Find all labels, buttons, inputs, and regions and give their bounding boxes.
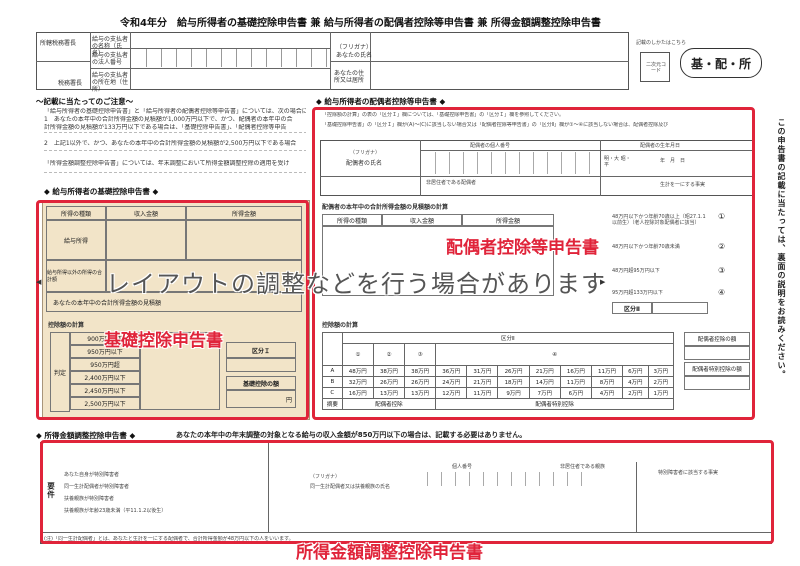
your-address-label: あなたの住所又は居所 [334, 70, 365, 84]
note-line-4: 「所得金額調整控除申告書」については、年末調整において所得金額調整控除の適用を受… [44, 160, 290, 167]
right-arrow-icon: ▶ [600, 278, 606, 286]
layout-watermark: レイアウトの調整などを行う場合があります [106, 270, 606, 298]
payer-address-label: 給与の支払者の所在地（住所） [92, 72, 129, 93]
note-line-2: 計所得金額の見積額が133万円以下である場合は、「基礎控除申告書」、「配偶者控除… [44, 124, 287, 131]
spouse-section-title: ◆ 給与所得者の配偶者控除等申告書 ◆ [316, 97, 446, 106]
side-note: この申告書の記載に当たっては、裏面の説明をお読みください。 [777, 118, 786, 379]
qr-code-box: 二次元コード [640, 52, 670, 82]
note-line-3: 2 上記1以外で、かつ、あなたの本年中の合計所得金額の見積額が2,500万円以下… [44, 140, 297, 147]
your-name-label: あなたの氏名 [336, 52, 373, 59]
payer-number-label: 給与の支払者の法人番号 [92, 52, 129, 66]
adjust-highlight-frame [40, 440, 774, 544]
payer-address-field[interactable] [132, 69, 330, 89]
office-label: 所轄税務署長 [40, 40, 77, 47]
furigana-label: （フリガナ） [336, 44, 373, 51]
label-basic: 基礎控除申告書 [104, 331, 223, 351]
label-adjust: 所得金額調整控除申告書 [296, 543, 483, 563]
payer-number-field[interactable] [132, 49, 330, 67]
adjust-subtitle: あなたの本年中の年末調整の対象となる給与の収入金額が850万円以下の場合は、記載… [176, 431, 527, 439]
label-spouse: 配偶者控除等申告書 [446, 238, 599, 258]
tax-office-label: 税務署長 [58, 80, 83, 87]
qr-code-label: 二次元コード [645, 62, 666, 74]
basic-highlight-frame [36, 200, 309, 420]
form-badge: 基・配・所 [680, 48, 762, 78]
your-name-field[interactable] [372, 33, 628, 60]
your-address-field[interactable] [372, 62, 628, 89]
notes-title: 〜記載に当たってのご注意〜 [36, 97, 134, 106]
left-arrow-icon: ◀ [36, 278, 42, 286]
payer-name-field[interactable] [132, 33, 330, 47]
note-line-0: 「給与所得者の基礎控除申告書」と「給与所得者の配偶者控除等申告書」については、次… [44, 108, 306, 115]
form-title: 令和4年分 給与所得者の基礎控除申告書 兼 給与所得者の配偶者控除等申告書 兼 … [120, 18, 601, 29]
basic-section-title: ◆ 給与所得者の基礎控除申告書 ◆ [44, 187, 159, 196]
note-line-1: 1 あなたの本年中の合計所得金額の見積額が1,000万円以下で、かつ、配偶者の本… [44, 116, 293, 123]
instructions-link[interactable]: 記載のしかたはこちら [636, 40, 686, 46]
